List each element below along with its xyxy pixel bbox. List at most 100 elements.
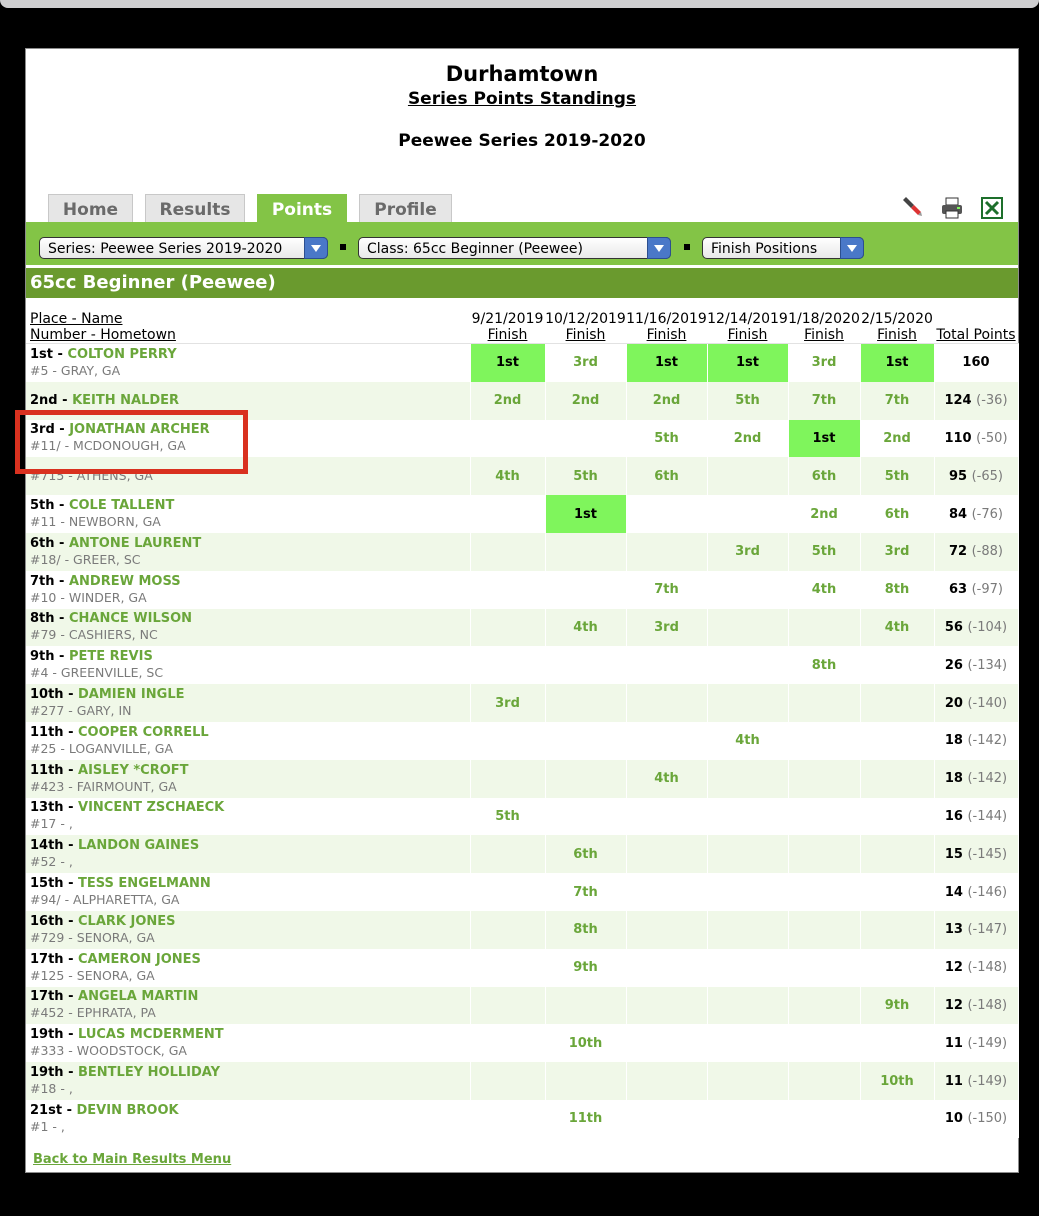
finish-cell[interactable]: 8th (860, 570, 935, 609)
finish-cell[interactable]: 1st (545, 495, 627, 533)
finish-cell[interactable]: 6th (626, 457, 708, 496)
finish-cell[interactable]: 6th (788, 457, 861, 496)
place-separator: - (63, 687, 79, 703)
chevron-down-icon[interactable] (304, 237, 328, 259)
finish-cell[interactable]: 1st (707, 343, 789, 382)
finish-link[interactable]: Finish (788, 327, 860, 343)
finish-cell[interactable]: 5th (860, 457, 935, 496)
tab-profile[interactable]: Profile (359, 194, 452, 222)
finish-cell[interactable]: 5th (545, 457, 627, 496)
tab-points[interactable]: Points (257, 194, 347, 222)
excel-icon[interactable] (980, 196, 1004, 220)
finish-link[interactable]: Finish (470, 327, 545, 343)
finish-cell[interactable]: 2nd (470, 381, 546, 420)
finish-cell[interactable]: 3rd (788, 343, 861, 382)
printer-icon[interactable] (940, 196, 964, 220)
rider-name-link[interactable]: KEITH NALDER (72, 393, 179, 408)
finish-cell[interactable]: 11th (545, 1099, 627, 1138)
rider-name-link[interactable]: VINCENT ZSCHAECK (78, 800, 224, 815)
finish-cell[interactable]: 4th (860, 608, 935, 647)
finish-cell[interactable]: 5th (707, 381, 789, 420)
finish-cell[interactable]: 7th (860, 381, 935, 420)
finish-cell[interactable]: 4th (470, 457, 546, 496)
rider-name-link[interactable]: BENTLEY HOLLIDAY (78, 1065, 220, 1080)
finish-cell[interactable]: 7th (545, 873, 627, 911)
total-points-header[interactable]: Total Points (934, 299, 1018, 344)
finish-cell[interactable]: 3rd (626, 608, 708, 647)
place-name-sort-link[interactable]: Place - Name (30, 311, 470, 327)
finish-cell[interactable]: 9th (545, 948, 627, 987)
finish-cell[interactable]: 10th (860, 1062, 935, 1100)
place: 9th (30, 649, 55, 665)
rider-name-link[interactable]: CHANCE WILSON (69, 611, 192, 626)
finish-cell[interactable]: 3rd (545, 343, 627, 382)
finish-cell[interactable]: 4th (545, 608, 627, 647)
rider-name-link[interactable]: ANGELA MARTIN (78, 989, 198, 1004)
place-separator: - (57, 392, 73, 408)
finish-cell[interactable]: 3rd (707, 532, 789, 571)
series-select[interactable]: Series: Peewee Series 2019-2020 (39, 237, 328, 259)
rider-name-link[interactable]: COOPER CORRELL (78, 725, 209, 740)
mode-select[interactable]: Finish Positions (702, 237, 864, 259)
number-hometown-sort-link[interactable]: Number - Hometown (30, 327, 470, 343)
rider-name-link[interactable]: DEVIN BROOK (77, 1103, 179, 1118)
finish-cell[interactable]: 7th (788, 381, 861, 420)
finish-cell[interactable]: 4th (626, 759, 708, 798)
table-row: 1st - COLTON PERRY #5 - GRAY, GA 1st 3rd 1st… (26, 343, 1019, 382)
class-select[interactable]: Class: 65cc Beginner (Peewee) (358, 237, 671, 259)
rider-name-link[interactable]: ANDREW MOSS (69, 574, 181, 589)
rider-name-link[interactable]: PETE REVIS (69, 649, 153, 664)
flashlight-icon[interactable] (900, 196, 924, 220)
finish-cell[interactable]: 2nd (545, 381, 627, 420)
finish-cell[interactable]: 6th (860, 495, 935, 533)
finish-cell[interactable]: 5th (626, 419, 708, 458)
rider-name-link[interactable]: LANDON GAINES (78, 838, 199, 853)
finish-link[interactable]: Finish (707, 327, 788, 343)
chevron-down-icon[interactable] (647, 237, 671, 259)
rider-name-link[interactable]: ANTONE LAURENT (69, 536, 201, 551)
points-behind: (-142) (967, 771, 1008, 787)
finish-cell[interactable]: 4th (707, 721, 789, 760)
page-subtitle[interactable]: Series Points Standings (26, 89, 1018, 115)
rider-hometown: #94/ - ALPHARETTA, GA (30, 892, 180, 908)
chevron-down-icon[interactable] (840, 237, 864, 259)
finish-cell[interactable]: 5th (788, 532, 861, 571)
tab-results[interactable]: Results (145, 194, 245, 222)
rider-name-link[interactable]: AISLEY *CROFT (78, 763, 189, 778)
finish-cell[interactable]: 8th (545, 910, 627, 949)
rider-name-link[interactable]: DAMIEN INGLE (78, 687, 184, 702)
rider-name-link[interactable]: CLARK JONES (78, 914, 176, 929)
finish-cell[interactable]: 3rd (860, 532, 935, 571)
finish-cell[interactable]: 2nd (860, 419, 935, 458)
name-column-header[interactable]: Place - Name Number - Hometown (26, 299, 470, 344)
finish-cell[interactable]: 8th (788, 646, 861, 685)
rider-name-link[interactable]: LUCAS MCDERMENT (78, 1027, 224, 1042)
finish-link[interactable]: Finish (545, 327, 626, 343)
finish-cell[interactable]: 1st (470, 343, 546, 382)
finish-cell[interactable]: 7th (626, 570, 708, 609)
finish-cell[interactable]: 10th (545, 1024, 627, 1063)
finish-cell[interactable]: 4th (788, 570, 861, 609)
finish-cell[interactable]: 1st (626, 343, 708, 382)
total-points-sort-link[interactable]: Total Points (934, 327, 1018, 343)
finish-cell[interactable]: 6th (545, 835, 627, 874)
finish-cell[interactable]: 5th (470, 797, 546, 836)
tab-home[interactable]: Home (48, 194, 133, 222)
rider-name-link[interactable]: COLE TALLENT (69, 498, 174, 513)
finish-link[interactable]: Finish (860, 327, 934, 343)
finish-link[interactable]: Finish (626, 327, 707, 343)
back-to-results-link[interactable]: Back to Main Results Menu (33, 1152, 231, 1167)
finish-cell[interactable]: 1st (788, 419, 861, 458)
rider-name-link[interactable]: COLTON PERRY (67, 347, 176, 362)
table-row: 17th - ANGELA MARTIN #452 - EPHRATA, PA 9t… (26, 986, 1019, 1025)
finish-cell[interactable]: 3rd (470, 684, 546, 722)
rider-name-link[interactable]: CAMERON JONES (78, 952, 201, 967)
finish-cell[interactable]: 2nd (626, 381, 708, 420)
finish-cell (707, 570, 789, 609)
total-points: 14 (944, 884, 963, 900)
rider-name-link[interactable]: TESS ENGELMANN (78, 876, 211, 891)
finish-cell[interactable]: 9th (860, 986, 935, 1025)
finish-cell[interactable]: 2nd (707, 419, 789, 458)
finish-cell[interactable]: 1st (860, 343, 935, 382)
finish-cell[interactable]: 2nd (788, 495, 861, 533)
